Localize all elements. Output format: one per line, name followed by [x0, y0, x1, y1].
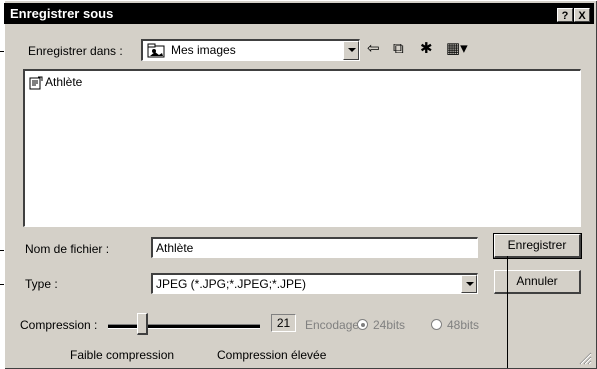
encoding-48bits-label: 48bits [447, 318, 480, 332]
filename-label: Nom de fichier : [25, 242, 110, 256]
chevron-down-icon[interactable] [461, 275, 477, 293]
compression-label: Compression : [20, 318, 98, 332]
new-folder-icon[interactable]: ✱ [420, 41, 433, 56]
compression-value-box: 21 [271, 314, 296, 332]
type-label: Type : [25, 277, 58, 291]
dialog-title: Enregistrer sous [10, 6, 114, 21]
chevron-down-icon[interactable] [343, 41, 359, 60]
low-compression-label: Faible compression [70, 348, 175, 362]
encoding-24bits-label: 24bits [373, 318, 406, 332]
save-in-dropdown[interactable]: Mes images [141, 39, 360, 61]
resize-grip-icon[interactable] [578, 351, 592, 365]
type-value: JPEG (*.JPG;*.JPEG;*.JPE) [156, 277, 307, 291]
type-dropdown[interactable]: JPEG (*.JPG;*.JPEG;*.JPE) [151, 273, 478, 294]
filename-value: Athlète [156, 241, 194, 255]
close-button[interactable]: X [574, 8, 590, 22]
compression-value: 21 [276, 316, 291, 330]
compression-slider-thumb[interactable] [137, 313, 148, 335]
callout-line-save-button [507, 256, 508, 368]
up-folder-icon[interactable]: ⧉ [393, 41, 404, 56]
file-name: Athlète [45, 75, 83, 89]
save-button[interactable]: Enregistrer [493, 233, 582, 259]
encoding-24bits-radio[interactable] [357, 319, 368, 330]
high-compression-label: Compression élevée [217, 348, 327, 362]
back-arrow-icon[interactable]: ⇦ [367, 41, 380, 56]
view-menu-icon[interactable]: ▦▾ [446, 41, 468, 56]
my-pictures-folder-icon [147, 43, 165, 58]
save-in-label: Enregistrer dans : [28, 44, 123, 58]
title-bar: Enregistrer sous ? X [4, 3, 594, 24]
help-button[interactable]: ? [557, 8, 573, 22]
compression-slider-track[interactable] [108, 324, 260, 329]
encoding-48bits-radio[interactable] [431, 319, 442, 330]
file-list[interactable]: Athlète [23, 69, 581, 227]
image-file-icon [29, 76, 43, 90]
encoding-label: Encodage [305, 318, 360, 332]
filename-input[interactable]: Athlète [151, 237, 478, 258]
save-in-value: Mes images [171, 43, 236, 57]
